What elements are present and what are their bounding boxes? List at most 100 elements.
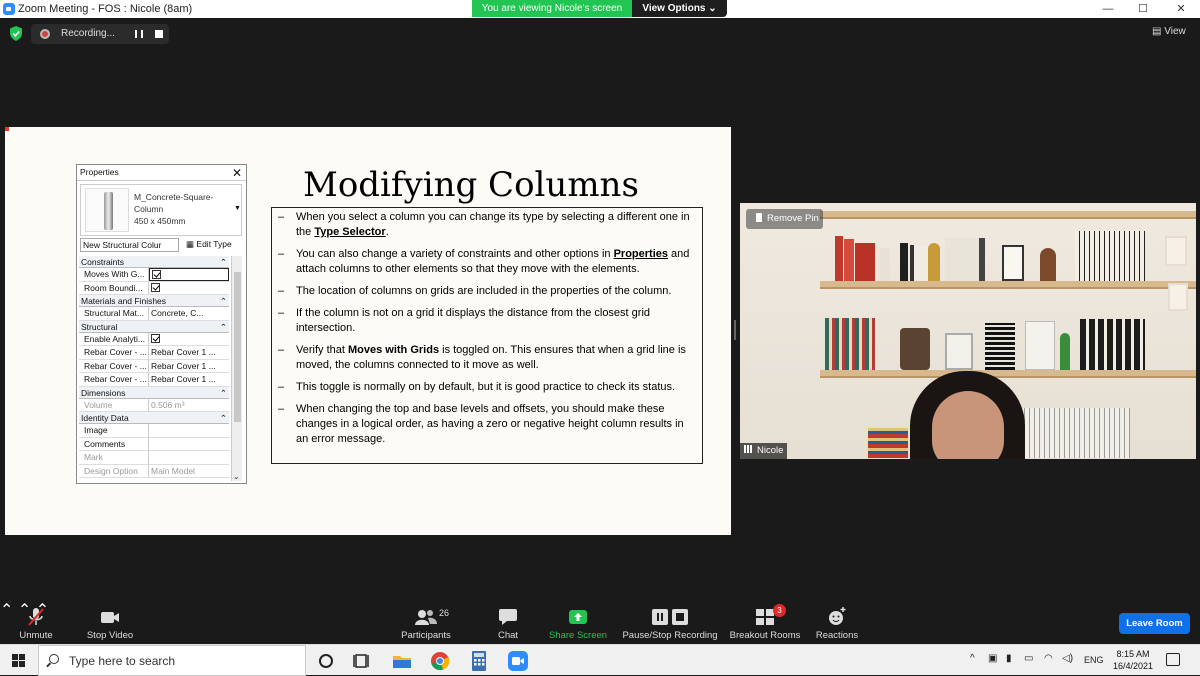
volume-icon[interactable]: ◁): [1062, 653, 1073, 664]
audio-options-caret-icon[interactable]: ⌃: [0, 602, 13, 619]
video-camera-icon: [101, 612, 119, 623]
property-row: Enable Analyti...: [79, 332, 229, 346]
device-icon[interactable]: ▣: [988, 653, 997, 664]
property-row: Design Option Main Model: [79, 464, 229, 478]
view-label: View: [1164, 26, 1186, 37]
section-structural: Structural ⌃: [79, 320, 229, 333]
split-view-handle[interactable]: [734, 320, 736, 340]
share-screen-button[interactable]: Share Screen: [546, 600, 610, 644]
search-icon: [49, 654, 59, 664]
properties-grid: Constraints ⌃ Moves With G... Room Boundi…: [79, 256, 229, 478]
stop-video-button[interactable]: Stop Video: [82, 600, 138, 644]
search-placeholder: Type here to search: [69, 654, 176, 668]
participants-icon: [415, 610, 437, 625]
view-options-button[interactable]: View Options ⌄: [632, 0, 727, 17]
clock-time: 8:15 AM: [1116, 649, 1150, 659]
participants-count: 26: [439, 608, 450, 618]
bullet-list: When you select a column you can change …: [271, 207, 703, 464]
collapse-icon: ⌃: [219, 296, 227, 306]
pause-stop-recording-icon: [652, 609, 688, 625]
screen-share-banner: You are viewing Nicole's screen: [472, 0, 632, 17]
type-name: M_Concrete-Square- Column 450 x 450mm: [134, 192, 214, 226]
cortana-icon[interactable]: [314, 649, 338, 673]
breakout-rooms-button[interactable]: 3 Breakout Rooms: [728, 600, 802, 644]
property-row: Rebar Cover - ... Rebar Cover 1 ...: [79, 373, 229, 387]
meeting-toolbar: Unmute ⌃ Stop Video ⌃ 26 Participants Ch…: [0, 600, 1200, 644]
windows-start-icon[interactable]: [12, 654, 25, 667]
recording-label: Recording...: [61, 28, 115, 39]
view-button[interactable]: ▤ View: [1152, 26, 1186, 37]
recording-indicator: Recording...: [31, 24, 169, 44]
window-title: Zoom Meeting - FOS : Nicole (8am): [18, 3, 193, 15]
breakout-badge: 3: [773, 604, 786, 617]
participants-button[interactable]: 26 Participants: [396, 600, 456, 644]
properties-scrollbar: ⌄: [231, 256, 242, 481]
file-explorer-icon[interactable]: [390, 649, 414, 673]
wifi-icon[interactable]: ◠: [1044, 653, 1053, 664]
edit-type-button: ▦ Edit Type: [186, 239, 232, 249]
bullet-item: If the column is not on a grid it displa…: [278, 306, 694, 336]
property-row: Volume 0.506 m³: [79, 398, 229, 412]
pause-stop-recording-button[interactable]: Pause/Stop Recording: [622, 600, 718, 644]
input-language[interactable]: ENG: [1084, 655, 1104, 665]
zoom-taskbar-icon[interactable]: [506, 649, 530, 673]
bullet-item: When you select a column you can change …: [278, 210, 694, 240]
windows-taskbar: Type here to search ^ ▣ ▮ ▭ ◠ ◁) ENG 8:1…: [0, 644, 1200, 676]
leave-room-button[interactable]: Leave Room: [1119, 613, 1190, 634]
reactions-button[interactable]: Reactions: [812, 600, 862, 644]
participant-face: [932, 391, 1004, 459]
annotation-marker: [5, 127, 9, 131]
participant-video-tile[interactable]: Remove Pin Nicole: [740, 203, 1196, 459]
reactions-smiley-icon: [829, 607, 846, 625]
stop-recording-icon[interactable]: [155, 30, 163, 38]
calculator-icon[interactable]: [467, 649, 491, 673]
taskbar-clock[interactable]: 8:15 AM 16/4/2021: [1110, 648, 1156, 672]
shared-slide: Properties ✕ M_Concrete-Square- Column 4…: [5, 127, 731, 535]
property-row: Mark: [79, 451, 229, 465]
collapse-icon: ⌃: [219, 387, 227, 398]
chevron-up-icon[interactable]: ^: [970, 653, 975, 664]
property-row: Comments: [79, 437, 229, 451]
properties-panel: Properties ✕ M_Concrete-Square- Column 4…: [76, 164, 247, 484]
dropdown-arrow-icon: ▼: [234, 205, 241, 212]
checkbox-checked-icon: [151, 282, 160, 292]
collapse-icon: ⌃: [219, 413, 227, 423]
notification-center-icon[interactable]: [1166, 653, 1180, 666]
checkbox-checked-icon: [151, 333, 160, 343]
signal-bars-icon: [744, 445, 754, 453]
bullet-item: The location of columns on grids are inc…: [278, 284, 694, 299]
chrome-browser-icon[interactable]: [428, 649, 452, 673]
zoom-app-icon: [3, 3, 15, 15]
minimize-button[interactable]: —: [1093, 1, 1123, 17]
clock-date: 16/4/2021: [1112, 661, 1154, 671]
properties-header: Properties: [77, 165, 246, 181]
property-row: Moves With G...: [79, 268, 229, 282]
record-dot-icon: [40, 29, 50, 39]
unmute-button[interactable]: Unmute: [14, 600, 58, 644]
chat-button[interactable]: Chat: [490, 600, 526, 644]
chat-bubble-icon: [499, 609, 517, 625]
participant-name-tag: Nicole: [740, 443, 788, 459]
pin-icon: [756, 213, 762, 222]
section-materials: Materials and Finishes ⌃: [79, 295, 229, 307]
section-identity-data: Identity Data ⌃: [79, 412, 229, 424]
slide-title: Modifying Columns: [303, 165, 639, 205]
scroll-down-icon: ⌄: [233, 472, 240, 481]
collapse-icon: ⌃: [219, 321, 227, 332]
taskbar-search-box[interactable]: Type here to search: [38, 645, 306, 676]
close-icon: ✕: [231, 166, 242, 180]
task-view-icon[interactable]: [350, 649, 374, 673]
bullet-item: This toggle is normally on by default, b…: [278, 380, 694, 395]
collapse-icon: ⌃: [219, 257, 227, 267]
microphone-icon[interactable]: ▮: [1006, 653, 1012, 664]
pause-recording-icon[interactable]: [135, 30, 143, 38]
remove-pin-button[interactable]: Remove Pin: [746, 209, 823, 229]
bullet-item: When changing the top and base levels an…: [278, 402, 694, 447]
security-shield-icon[interactable]: [9, 26, 23, 41]
view-options-label: View Options: [642, 3, 706, 14]
bullet-item: You can also change a variety of constra…: [278, 247, 694, 277]
close-button[interactable]: ✕: [1166, 1, 1196, 17]
maximize-button[interactable]: ☐: [1128, 1, 1158, 17]
battery-icon[interactable]: ▭: [1024, 653, 1033, 664]
property-row: Rebar Cover - ... Rebar Cover 1 ...: [79, 346, 229, 360]
